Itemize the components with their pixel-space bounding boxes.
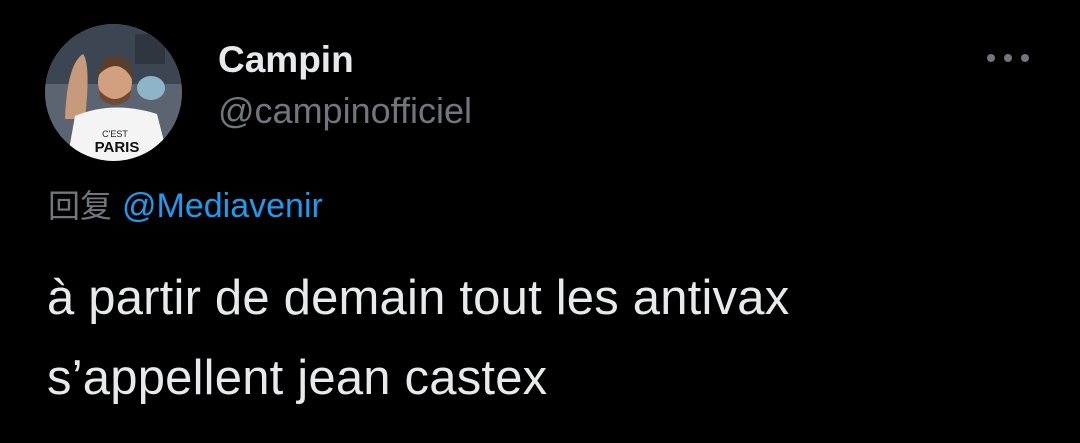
tweet-text: à partir de demain tout les antivax s’ap…	[47, 258, 1047, 418]
user-handle[interactable]: @campinofficiel	[218, 88, 472, 134]
tweet-text-line: s’appellent jean castex	[47, 351, 548, 405]
profile-photo: C'EST PARIS	[45, 24, 182, 161]
reply-context: 回复 @Mediavenir	[48, 184, 323, 228]
svg-text:C'EST: C'EST	[102, 129, 128, 139]
tweet-text-line: à partir de demain tout les antivax	[47, 271, 790, 325]
tweet-card: C'EST PARIS Campin @campinofficiel 回复 @Me…	[0, 0, 1080, 443]
more-horizontal-icon	[987, 54, 1029, 62]
display-name[interactable]: Campin	[218, 37, 354, 83]
reply-mention-link[interactable]: @Mediavenir	[122, 187, 323, 225]
more-options-button[interactable]	[980, 40, 1036, 76]
avatar[interactable]: C'EST PARIS	[45, 24, 182, 161]
svg-text:PARIS: PARIS	[95, 139, 140, 156]
reply-prefix: 回复	[48, 187, 113, 225]
